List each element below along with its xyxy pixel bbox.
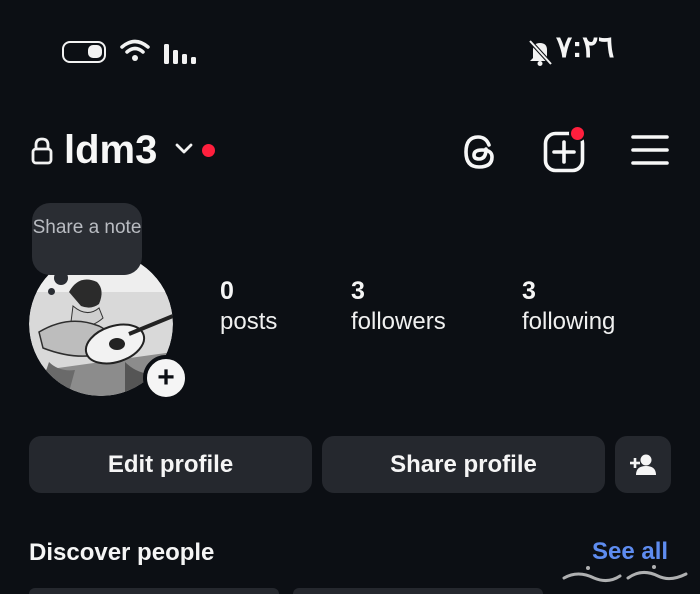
create-notification-dot <box>569 125 586 142</box>
add-story-button[interactable]: + <box>143 355 189 401</box>
username[interactable]: ldm3 <box>64 128 157 173</box>
discover-people-title: Discover people <box>29 539 215 566</box>
share-profile-button[interactable]: Share profile <box>322 436 605 493</box>
stat-followers[interactable]: 3 followers <box>351 276 446 338</box>
battery-icon <box>62 41 106 63</box>
following-label: following <box>522 308 616 335</box>
suggestion-cards <box>0 586 700 594</box>
suggestion-card[interactable] <box>29 588 279 594</box>
threads-icon[interactable] <box>459 131 501 173</box>
lock-icon <box>31 137 53 165</box>
note-text: Share a note <box>32 217 142 238</box>
create-button[interactable] <box>543 125 586 178</box>
posts-label: posts <box>220 308 278 335</box>
stat-following[interactable]: 3 following <box>522 276 615 338</box>
add-story-label: + <box>157 361 175 394</box>
profile-header: ldm3 <box>0 120 700 184</box>
bell-slash-icon <box>528 39 553 66</box>
status-time: ٧:٢٦ <box>556 31 615 64</box>
share-note-bubble[interactable]: Share a note <box>32 203 142 295</box>
watermark-logo <box>562 565 688 583</box>
menu-icon[interactable] <box>631 133 669 167</box>
add-person-icon <box>630 454 656 475</box>
stat-posts[interactable]: 0 posts <box>220 276 277 338</box>
followers-count: 3 <box>351 277 365 305</box>
discover-people-button[interactable] <box>615 436 671 493</box>
posts-count: 0 <box>220 277 234 305</box>
wifi-icon <box>120 39 150 61</box>
signal-icon <box>164 44 196 64</box>
followers-label: followers <box>351 308 446 335</box>
notification-dot <box>202 144 215 157</box>
status-bar: ٧:٢٦ <box>0 0 700 100</box>
suggestion-card[interactable] <box>293 588 543 594</box>
following-count: 3 <box>522 277 536 305</box>
chevron-down-icon[interactable] <box>174 142 194 156</box>
edit-profile-button[interactable]: Edit profile <box>29 436 312 493</box>
